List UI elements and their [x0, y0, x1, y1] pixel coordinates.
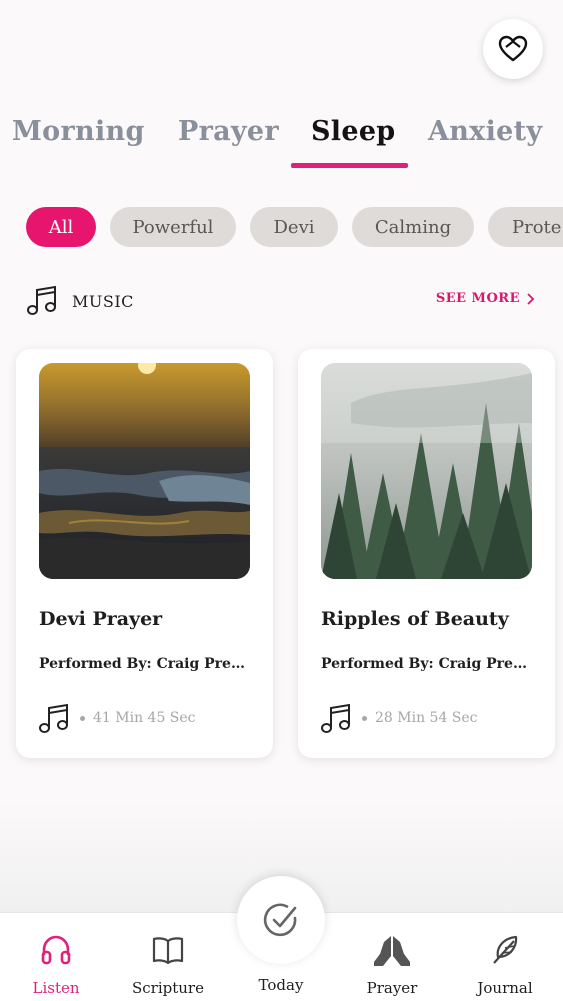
heart-icon: [498, 35, 528, 62]
nav-journal[interactable]: Journal: [449, 913, 561, 1001]
card-title: Devi Prayer: [39, 608, 163, 630]
music-card-ripples-of-beauty[interactable]: Ripples of Beauty Performed By: Craig Pr…: [298, 349, 555, 758]
nav-prayer[interactable]: Prayer: [336, 913, 448, 1001]
chip-protection[interactable]: Prote: [488, 207, 563, 247]
music-note-icon: [27, 285, 56, 315]
category-tabs: Morning Prayer Sleep Anxiety: [0, 108, 563, 172]
chip-powerful[interactable]: Powerful: [110, 207, 236, 247]
music-card-devi-prayer[interactable]: Devi Prayer Performed By: Craig Preus...…: [16, 349, 273, 758]
separator-dot: [80, 715, 85, 721]
chip-calming[interactable]: Calming: [352, 207, 474, 247]
chip-devi[interactable]: Devi: [250, 207, 338, 247]
feather-icon: [493, 935, 518, 964]
card-title: Ripples of Beauty: [321, 608, 509, 630]
filter-chips: All Powerful Devi Calming Prote: [0, 207, 563, 249]
favorites-button[interactable]: [483, 19, 543, 79]
tab-sleep[interactable]: Sleep: [311, 116, 396, 147]
card-performer: Performed By: Craig Preuss: [321, 656, 536, 672]
music-note-icon: [39, 703, 68, 733]
see-more-link[interactable]: SEE MORE: [436, 291, 536, 306]
nav-listen[interactable]: Listen: [0, 913, 112, 1001]
check-circle-icon: [263, 903, 297, 937]
card-image-misty-forest: [321, 363, 532, 579]
book-icon: [152, 937, 184, 965]
card-image-ocean-sunset: [39, 363, 250, 579]
nav-today-label: Today: [258, 976, 304, 994]
chevron-right-icon: [527, 292, 535, 305]
section-title: MUSIC: [72, 292, 134, 311]
see-more-label: SEE MORE: [435, 291, 520, 306]
active-tab-indicator: [291, 163, 408, 168]
chip-all[interactable]: All: [26, 207, 96, 247]
nav-label: Prayer: [366, 979, 418, 997]
music-section-header: MUSIC SEE MORE: [26, 283, 536, 319]
card-duration: 41 Min 45 Sec: [93, 710, 196, 726]
praying-hands-icon: [374, 936, 410, 966]
nav-label: Journal: [477, 979, 533, 997]
card-meta: 41 Min 45 Sec: [38, 702, 196, 734]
music-note-icon: [321, 703, 350, 733]
today-button[interactable]: [237, 876, 325, 964]
nav-label: Scripture: [132, 979, 204, 997]
card-meta: 28 Min 54 Sec: [320, 702, 478, 734]
nav-scripture[interactable]: Scripture: [112, 913, 224, 1001]
card-performer: Performed By: Craig Preus...: [39, 656, 254, 672]
headphones-icon: [41, 935, 71, 965]
nav-label: Listen: [32, 979, 80, 997]
tab-anxiety[interactable]: Anxiety: [428, 116, 542, 147]
tab-morning[interactable]: Morning: [12, 116, 145, 147]
tab-prayer[interactable]: Prayer: [178, 116, 279, 147]
card-duration: 28 Min 54 Sec: [375, 710, 478, 726]
separator-dot: [362, 715, 367, 721]
